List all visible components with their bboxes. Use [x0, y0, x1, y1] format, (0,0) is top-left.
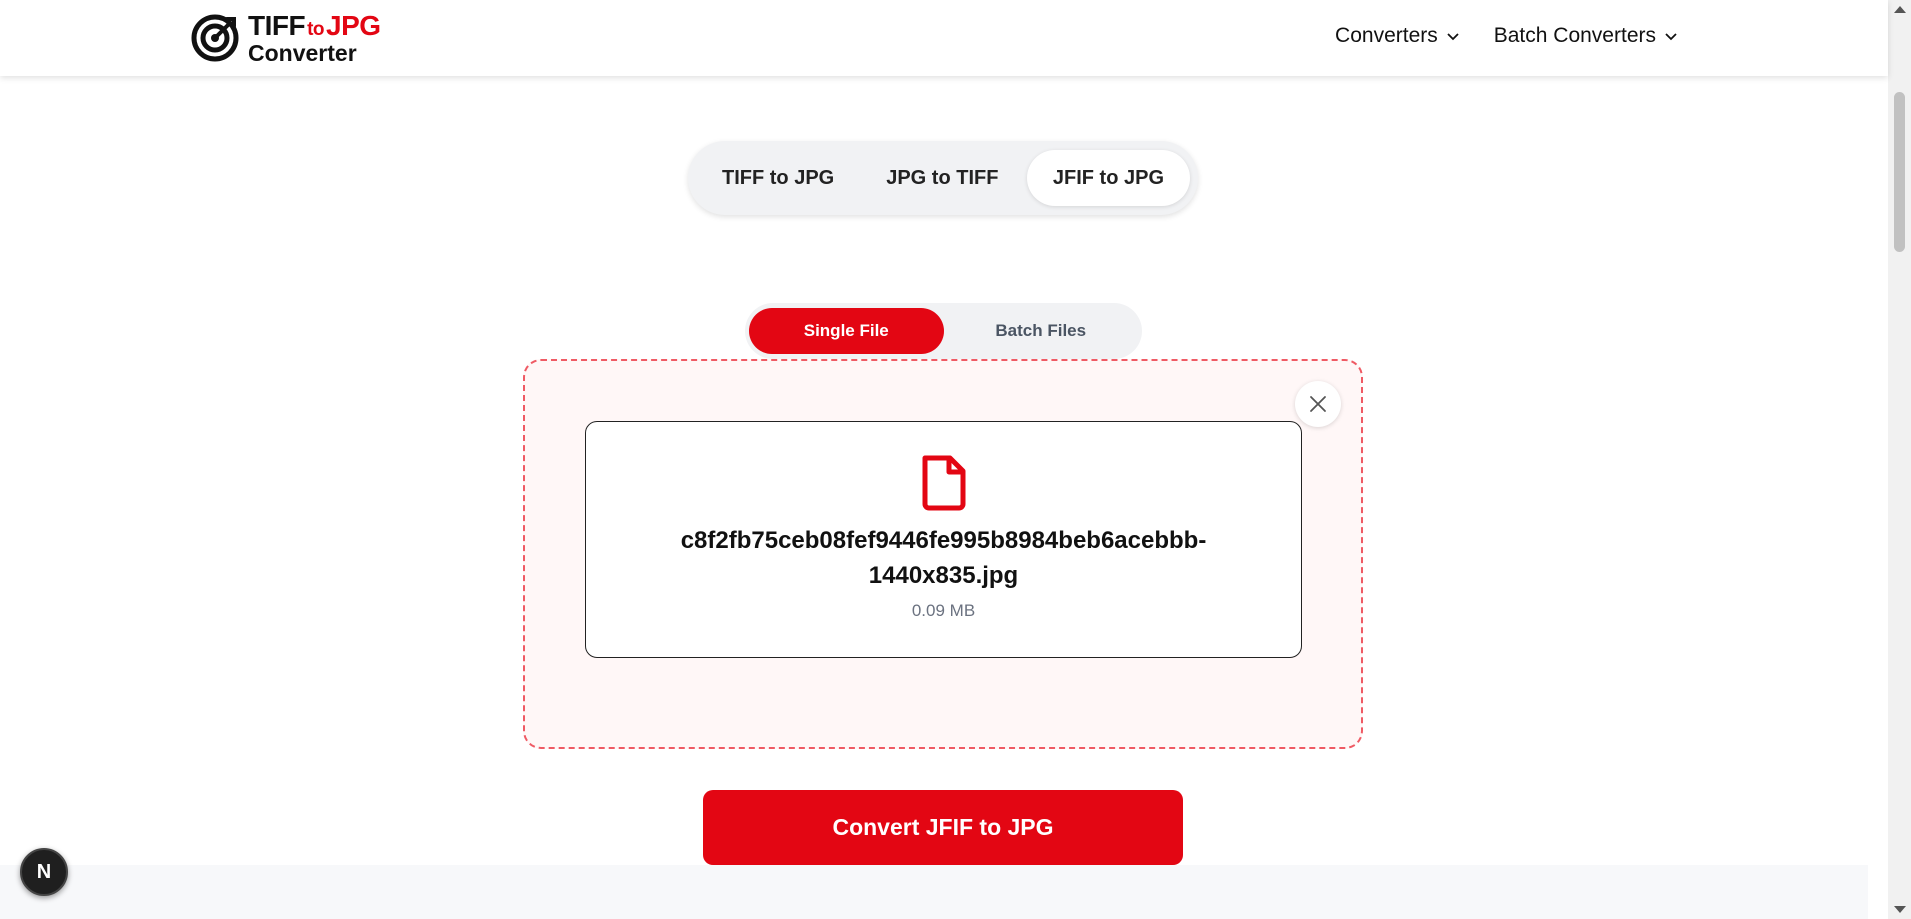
file-mode-toggle: Single File Batch Files [745, 303, 1142, 359]
remove-file-button[interactable] [1295, 381, 1341, 427]
main-nav: Converters Batch Converters [1335, 24, 1678, 48]
bottom-section [0, 865, 1868, 919]
logo-word-converter: Converter [248, 39, 357, 66]
scroll-thumb[interactable] [1894, 92, 1905, 252]
logo-word-to: to [307, 18, 325, 40]
single-file-button[interactable]: Single File [749, 308, 944, 354]
chevron-down-icon [1665, 33, 1677, 41]
tab-jfif-to-jpg[interactable]: JFIF to JPG [1026, 150, 1190, 206]
logo-word-jpg: JPG [326, 9, 381, 41]
floating-n-button[interactable]: N [20, 848, 68, 896]
logo-word-tiff: TIFF [248, 9, 306, 41]
page-scrollbar[interactable] [1888, 0, 1911, 919]
site-header: TIFF toJPG Converter Converters Batch Con… [0, 0, 1888, 76]
close-icon [1310, 396, 1326, 412]
file-size: 0.09 MB [911, 601, 976, 620]
selected-file-card: c8f2fb75ceb08fef9446fe995b8984beb6acebbb… [585, 421, 1302, 658]
file-name-line1: c8f2fb75ceb08fef9446fe995b8984beb6acebbb… [680, 527, 1207, 554]
site-logo[interactable]: TIFF toJPG Converter [190, 10, 381, 66]
scroll-down-arrow-icon[interactable] [1894, 906, 1906, 913]
logo-text: TIFF toJPG Converter [248, 9, 381, 66]
tab-jpg-to-tiff[interactable]: JPG to TIFF [860, 150, 1024, 206]
chevron-down-icon [1447, 33, 1459, 41]
conversion-tabs: TIFF to JPG JPG to TIFF JFIF to JPG [688, 141, 1198, 215]
batch-files-button[interactable]: Batch Files [944, 308, 1139, 354]
file-icon [922, 455, 965, 511]
file-name-line2: 1440x835.jpg [868, 562, 1019, 589]
scroll-up-arrow-icon[interactable] [1894, 6, 1906, 13]
nav-converters-label: Converters [1335, 24, 1438, 47]
nav-converters-dropdown[interactable]: Converters [1335, 24, 1460, 48]
target-logo-icon [191, 14, 239, 62]
nav-batch-converters-label: Batch Converters [1493, 24, 1656, 47]
file-name: c8f2fb75ceb08fef9446fe995b8984beb6acebbb… [586, 523, 1301, 593]
tab-tiff-to-jpg[interactable]: TIFF to JPG [696, 150, 860, 206]
nav-batch-converters-dropdown[interactable]: Batch Converters [1494, 24, 1678, 48]
convert-button[interactable]: Convert JFIF to JPG [703, 790, 1183, 865]
